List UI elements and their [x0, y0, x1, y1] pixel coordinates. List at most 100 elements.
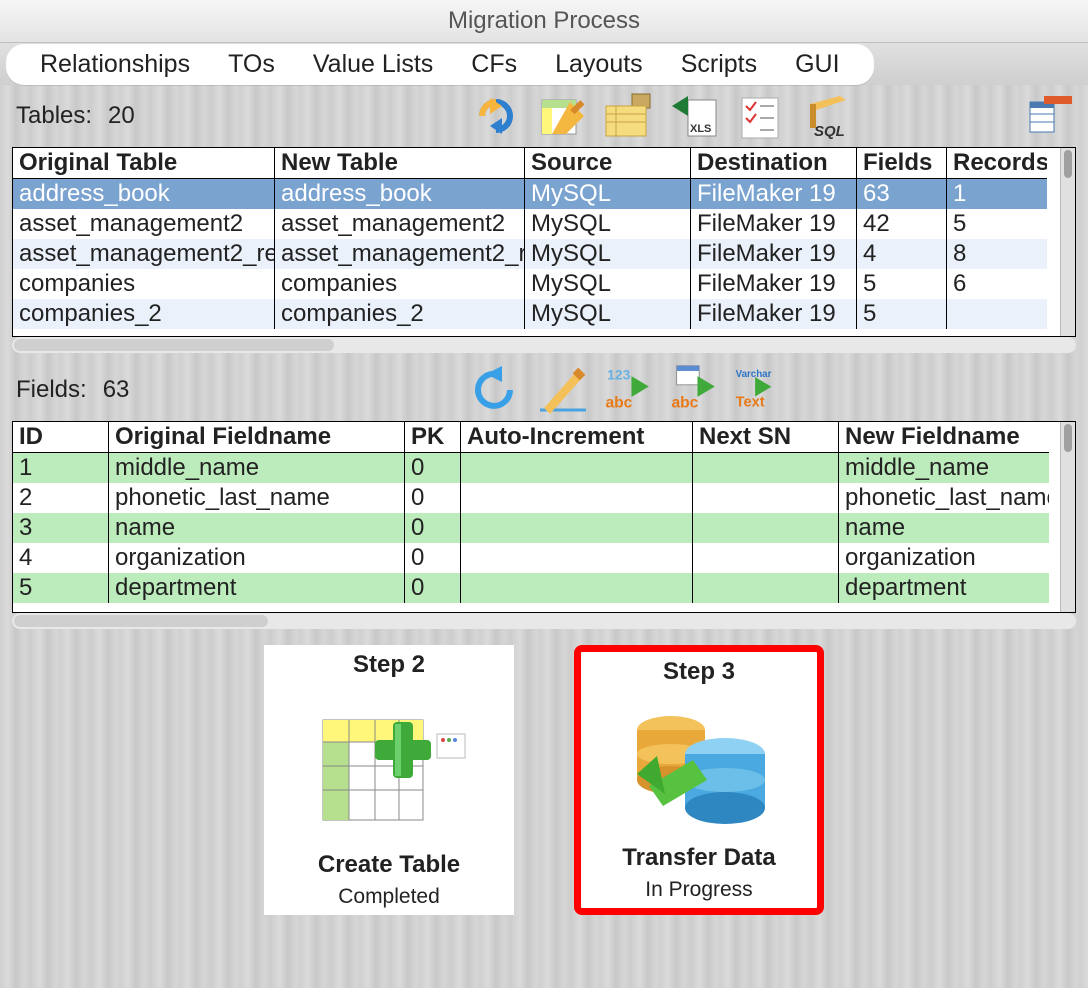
table-cell: 0: [405, 513, 461, 543]
table-cell: 3: [13, 513, 109, 543]
calendar-to-text-icon[interactable]: abc: [668, 364, 720, 416]
table-cell: 5: [857, 269, 947, 299]
table-cell: FileMaker 19: [691, 179, 857, 209]
tab-scripts[interactable]: Scripts: [675, 48, 763, 81]
table-row[interactable]: address_bookaddress_bookMySQLFileMaker 1…: [13, 179, 1075, 209]
table-cell: 42: [857, 209, 947, 239]
edit-sheet-icon[interactable]: [536, 90, 588, 142]
fields-label: Fields:: [16, 376, 87, 404]
svg-text:abc: abc: [671, 394, 698, 411]
tab-tos[interactable]: TOs: [222, 48, 281, 81]
table-row[interactable]: asset_management2_reasset_management2_re…: [13, 239, 1075, 269]
table-cell: [693, 453, 839, 483]
table-row[interactable]: 2phonetic_last_name0phonetic_last_name: [13, 483, 1075, 513]
table-row[interactable]: 5department0department: [13, 573, 1075, 603]
tab-layouts[interactable]: Layouts: [549, 48, 649, 81]
table-cell: companies: [13, 269, 275, 299]
table-cell: [461, 483, 693, 513]
table-cell: [461, 453, 693, 483]
col-records: Records: [947, 148, 1047, 179]
table-cell: 1: [13, 453, 109, 483]
svg-text:123: 123: [607, 367, 630, 383]
tab-sheet: Relationships TOs Value Lists CFs Layout…: [6, 44, 874, 85]
table-cell: MySQL: [525, 209, 691, 239]
window-title-bar: Migration Process: [0, 0, 1088, 43]
table-cell: 0: [405, 483, 461, 513]
fields-toolbar: Fields: 63 123 abc abc Varchar Text: [0, 359, 1088, 421]
svg-text:XLS: XLS: [690, 123, 711, 135]
tables-vscrollbar[interactable]: [1060, 148, 1075, 336]
svg-text:Text: Text: [736, 394, 765, 410]
table-row[interactable]: 1middle_name0middle_name: [13, 453, 1075, 483]
table-cell: 1: [947, 179, 1047, 209]
varchar-to-text-icon[interactable]: Varchar Text: [734, 364, 786, 416]
tables-toolbar: Tables: 20 XLS SQL: [0, 85, 1088, 147]
svg-text:Varchar: Varchar: [736, 369, 772, 380]
folder-icon[interactable]: [602, 90, 654, 142]
table-cell: MySQL: [525, 299, 691, 329]
step-3-status: In Progress: [645, 878, 752, 902]
tables-label: Tables:: [16, 102, 92, 130]
table-cell: name: [839, 513, 1049, 543]
table-cell: [693, 513, 839, 543]
step-3-card[interactable]: Step 3 T: [574, 645, 824, 915]
tab-cfs[interactable]: CFs: [465, 48, 523, 81]
table-cell: [461, 513, 693, 543]
table-cell: asset_management2_re: [275, 239, 525, 269]
table-cell: [947, 299, 1047, 329]
tab-relationships[interactable]: Relationships: [34, 48, 196, 81]
refresh-icon[interactable]: [470, 90, 522, 142]
table-cell: FileMaker 19: [691, 269, 857, 299]
table-row[interactable]: companies_2companies_2MySQLFileMaker 195: [13, 299, 1075, 329]
step-2-status: Completed: [338, 885, 440, 909]
pencil-icon[interactable]: [536, 364, 588, 416]
undo-icon[interactable]: [470, 364, 522, 416]
table-row[interactable]: companiescompaniesMySQLFileMaker 1956: [13, 269, 1075, 299]
table-cell: MySQL: [525, 269, 691, 299]
col-new-fieldname: New Fieldname: [839, 422, 1049, 453]
table-cell: 0: [405, 543, 461, 573]
tab-gui[interactable]: GUI: [789, 48, 845, 81]
table-cell: department: [109, 573, 405, 603]
fields-vscrollbar[interactable]: [1060, 422, 1075, 612]
table-color-icon[interactable]: [1024, 90, 1076, 142]
table-cell: [461, 543, 693, 573]
fields-table[interactable]: ID Original Fieldname PK Auto-Increment …: [12, 421, 1076, 613]
table-row[interactable]: 4organization0organization: [13, 543, 1075, 573]
table-cell: department: [839, 573, 1049, 603]
step-2-card[interactable]: Step 2 Create Table: [264, 645, 514, 915]
export-xls-icon[interactable]: XLS: [668, 90, 720, 142]
table-cell: address_book: [13, 179, 275, 209]
svg-text:abc: abc: [605, 394, 632, 411]
table-cell: MySQL: [525, 239, 691, 269]
fields-hscrollbar[interactable]: [12, 613, 1076, 629]
table-cell: FileMaker 19: [691, 209, 857, 239]
table-cell: [693, 543, 839, 573]
table-cell: [693, 573, 839, 603]
col-next-sn: Next SN: [693, 422, 839, 453]
table-cell: organization: [839, 543, 1049, 573]
table-cell: companies: [275, 269, 525, 299]
table-cell: 5: [13, 573, 109, 603]
tab-value-lists[interactable]: Value Lists: [307, 48, 439, 81]
fields-header-row: ID Original Fieldname PK Auto-Increment …: [13, 422, 1075, 453]
tables-table[interactable]: Original Table New Table Source Destinat…: [12, 147, 1076, 337]
table-row[interactable]: 3name0name: [13, 513, 1075, 543]
table-cell: companies_2: [275, 299, 525, 329]
col-new-table: New Table: [275, 148, 525, 179]
table-cell: 4: [857, 239, 947, 269]
table-row[interactable]: asset_management2asset_management2MySQLF…: [13, 209, 1075, 239]
table-cell: organization: [109, 543, 405, 573]
col-destination: Destination: [691, 148, 857, 179]
sql-icon[interactable]: SQL: [800, 90, 852, 142]
table-cell: address_book: [275, 179, 525, 209]
table-cell: 0: [405, 573, 461, 603]
checklist-icon[interactable]: [734, 90, 786, 142]
tables-hscrollbar[interactable]: [12, 337, 1076, 353]
table-cell: asset_management2: [275, 209, 525, 239]
table-cell: middle_name: [839, 453, 1049, 483]
step-3-title: Step 3: [663, 658, 735, 686]
number-to-text-icon[interactable]: 123 abc: [602, 364, 654, 416]
fields-count: 63: [103, 376, 130, 404]
table-cell: name: [109, 513, 405, 543]
